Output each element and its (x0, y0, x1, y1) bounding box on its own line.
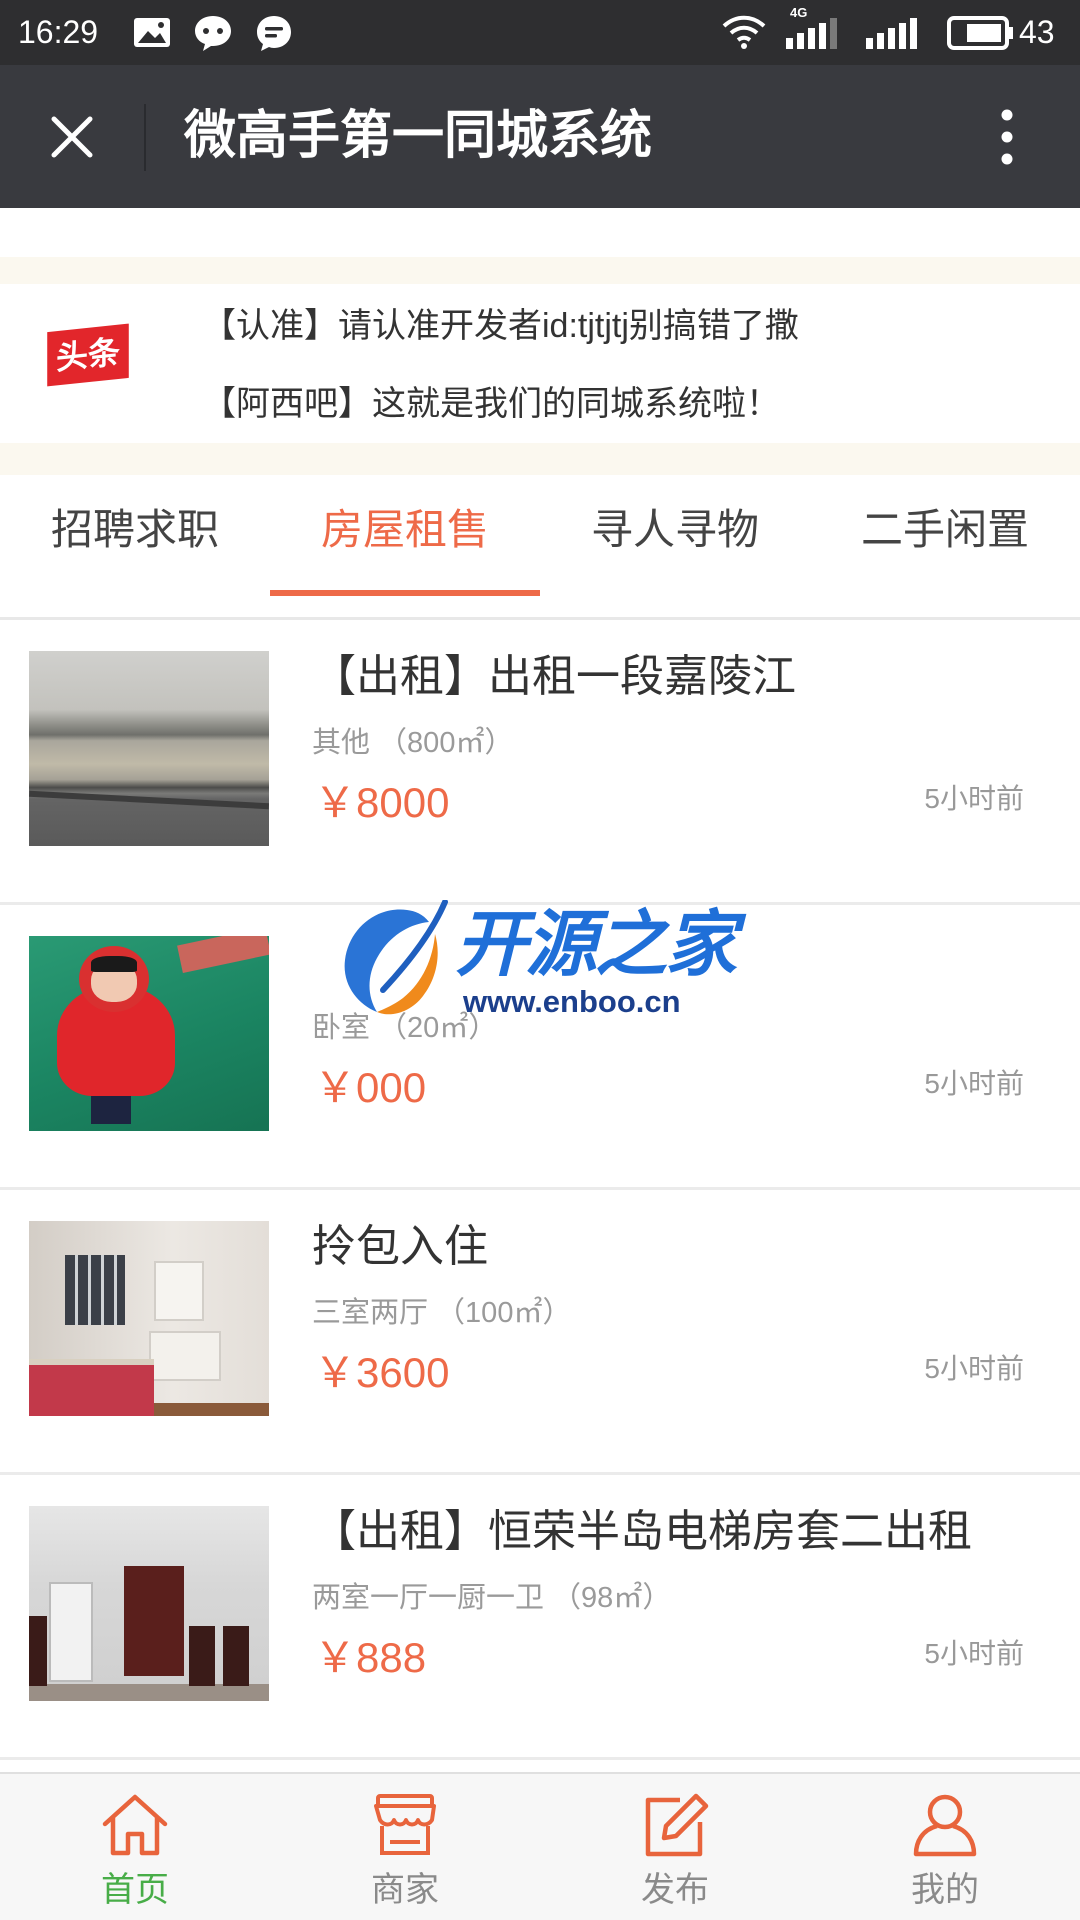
photo-detail (49, 1582, 93, 1682)
listing-price: ￥8000 (314, 779, 450, 826)
photo-detail (91, 1096, 131, 1124)
listing-time: 5小时前 (924, 1068, 1024, 1099)
photo-detail (223, 1626, 249, 1686)
listing-price: ￥000 (314, 1064, 427, 1111)
user-icon (913, 1794, 977, 1857)
headline-ticker[interactable]: 头条 【认准】请认准开发者id:tjtjtj别搞错了撒 【阿西吧】这就是我们的同… (0, 284, 1080, 443)
photo-detail (29, 1359, 154, 1416)
top-spacer (0, 208, 1080, 257)
photo-detail (91, 956, 137, 972)
tab-lost-found[interactable]: 寻人寻物 (540, 475, 810, 617)
tab-label: 寻人寻物 (590, 506, 759, 553)
listing-photo[interactable] (29, 936, 269, 1131)
tab-active-indicator (270, 590, 540, 596)
tab-jobs[interactable]: 招聘求职 (0, 475, 270, 617)
listing-item[interactable]: 拎包入住 三室两厅 （100㎡） ￥3600 5小时前 (0, 1190, 1080, 1475)
photo-detail (189, 1626, 215, 1686)
wifi-icon (722, 15, 766, 49)
chat-bubble-icon (195, 16, 231, 51)
tab-label: 招聘求职 (50, 506, 219, 553)
listing-item[interactable]: 【出租】恒荣半岛电梯房套二出租 两室一厅一厨一卫 （98㎡） ￥888 5小时前 (0, 1475, 1080, 1760)
header-divider (144, 104, 146, 171)
bottom-nav: 首页 商家 发布 我的 (0, 1772, 1080, 1920)
close-icon[interactable] (48, 113, 96, 161)
battery-level: 43 (1019, 14, 1055, 50)
nav-label: 首页 (101, 1871, 169, 1909)
nav-shops[interactable]: 商家 (270, 1774, 540, 1920)
listing-photo[interactable] (29, 1221, 269, 1416)
tab-label: 房屋租售 (320, 506, 489, 553)
nav-label: 发布 (641, 1871, 709, 1909)
tab-second-hand[interactable]: 二手闲置 (810, 475, 1080, 617)
battery-icon (947, 16, 1013, 50)
gallery-icon (134, 18, 170, 47)
photo-detail (29, 790, 269, 810)
nav-label: 我的 (911, 1871, 979, 1909)
title-bar: 微高手第一同城系统 (0, 65, 1080, 208)
nav-label: 商家 (371, 1871, 439, 1909)
section-divider (0, 443, 1080, 475)
section-divider (0, 257, 1080, 284)
headline-item[interactable]: 【阿西吧】这就是我们的同城系统啦！ (202, 383, 780, 425)
category-tabs: 招聘求职 房屋租售 寻人寻物 二手闲置 (0, 475, 1080, 620)
listing-type-area: 卧室 （20㎡） (312, 1012, 498, 1044)
photo-detail (177, 936, 269, 974)
signal-4g-icon (786, 18, 837, 49)
nav-publish[interactable]: 发布 (540, 1774, 810, 1920)
status-time: 16:29 (18, 14, 99, 50)
more-vertical-icon[interactable] (995, 107, 1019, 167)
listing-type-area: 两室一厅一厨一卫 （98㎡） (312, 1582, 672, 1614)
tab-label: 二手闲置 (860, 506, 1029, 553)
listing-price: ￥3600 (314, 1349, 450, 1396)
photo-detail (124, 1566, 184, 1676)
listing-title: 【出租】出租一段嘉陵江 (312, 652, 796, 701)
listing-title: 拎包入住 (312, 1222, 488, 1271)
page-title: 微高手第一同城系统 (184, 107, 653, 165)
listing-photo[interactable] (29, 1506, 269, 1701)
listing-time: 5小时前 (924, 1353, 1024, 1384)
listing-item[interactable]: 【出租】出租一段嘉陵江 其他 （800㎡） ￥8000 5小时前 (0, 620, 1080, 905)
message-icon (257, 16, 291, 51)
photo-detail (29, 1684, 269, 1701)
headline-item[interactable]: 【认准】请认准开发者id:tjtjtj别搞错了撒 (202, 305, 799, 347)
listing-type-area: 三室两厅 （100㎡） (312, 1297, 572, 1329)
listing-photo[interactable] (29, 651, 269, 846)
listing-price: ￥888 (314, 1634, 427, 1681)
listing-item[interactable]: 卧室 （20㎡） ￥000 5小时前 (0, 905, 1080, 1190)
home-icon (102, 1794, 168, 1856)
listing-time: 5小时前 (924, 1638, 1024, 1669)
nav-home[interactable]: 首页 (0, 1774, 270, 1920)
nav-profile[interactable]: 我的 (810, 1774, 1080, 1920)
shop-icon (374, 1794, 436, 1855)
photo-detail (65, 1255, 125, 1325)
tab-housing[interactable]: 房屋租售 (270, 475, 540, 617)
photo-detail (154, 1261, 204, 1321)
headline-badge: 头条 (47, 323, 129, 387)
edit-icon (645, 1793, 709, 1857)
photo-detail (29, 1616, 47, 1686)
photo-detail (149, 1331, 221, 1381)
listing-type-area: 其他 （800㎡） (312, 727, 514, 759)
status-bar: 16:29 4G 43 (0, 0, 1080, 65)
signal-icon (866, 18, 917, 49)
listing-title: 【出租】恒荣半岛电梯房套二出租 (312, 1507, 972, 1556)
listing-time: 5小时前 (924, 783, 1024, 814)
